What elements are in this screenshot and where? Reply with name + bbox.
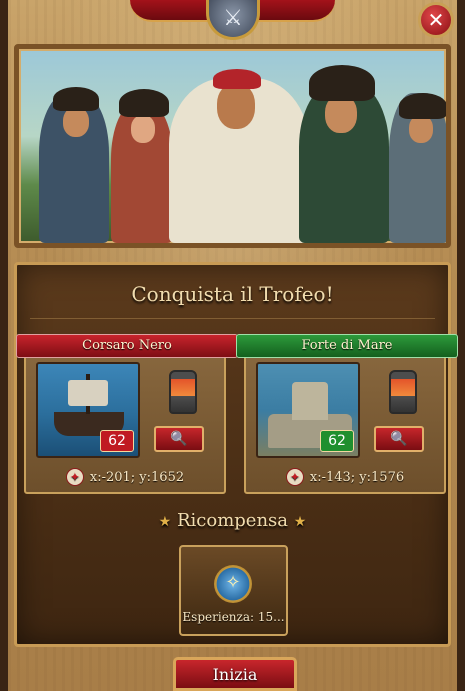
- pirate-face: [217, 83, 255, 129]
- close-button[interactable]: ✕: [418, 2, 454, 38]
- red-bandana: [213, 69, 261, 89]
- search-button[interactable]: 🔍: [154, 426, 204, 452]
- reward-title-text: Ricompensa: [176, 510, 289, 531]
- target-name-banner: Forte di Mare: [236, 334, 458, 358]
- target-coordinates[interactable]: ✦ x:-143; y:1576: [246, 468, 444, 486]
- target-coordinates[interactable]: ✦ x:-201; y:1652: [26, 468, 224, 486]
- pirate-ship-thumbnail[interactable]: 62: [36, 362, 140, 458]
- star-icon: ★: [293, 514, 307, 530]
- coords-text: x:-143; y:1576: [309, 469, 405, 485]
- search-button[interactable]: 🔍: [374, 426, 424, 452]
- mission-title: Conquista il Trofeo!: [131, 282, 334, 306]
- target-card-corsaro-nero: Corsaro Nero 62 🔍 ✦ x:-201; y:1652: [16, 334, 238, 494]
- pirate-hat: [309, 65, 375, 101]
- pirate-hat: [399, 93, 446, 119]
- divider: [30, 318, 435, 319]
- lantern-icon: [389, 370, 417, 414]
- compass-rose-icon: ✦: [65, 468, 84, 486]
- coords-text: x:-201; y:1652: [89, 469, 185, 485]
- pirate-face: [63, 107, 89, 137]
- pirate-face: [131, 115, 155, 143]
- pirate-face: [409, 115, 433, 143]
- compass-icon: ✧: [214, 565, 252, 603]
- reward-label: Esperienza: 15...: [182, 610, 285, 624]
- start-button[interactable]: Inizia: [173, 657, 297, 691]
- sea-fortress-thumbnail[interactable]: 62: [256, 362, 360, 458]
- star-icon: ★: [158, 514, 172, 530]
- ship-sail: [68, 380, 108, 406]
- fortress-tower: [292, 382, 328, 420]
- pirate-hat: [53, 87, 99, 111]
- compass-rose-icon: ✦: [285, 468, 304, 486]
- reward-heading: ★ Ricompensa ★: [0, 510, 465, 531]
- hero-artwork: [14, 44, 451, 248]
- target-name-banner: Corsaro Nero: [16, 334, 238, 358]
- reward-card[interactable]: ✧ Esperienza: 15...: [179, 545, 288, 636]
- pirate-hat: [119, 89, 169, 117]
- target-card-forte-di-mare: Forte di Mare 62 🔍 ✦ x:-143; y:1576: [236, 334, 458, 494]
- lantern-icon: [169, 370, 197, 414]
- level-badge: 62: [100, 430, 134, 452]
- level-badge: 62: [320, 430, 354, 452]
